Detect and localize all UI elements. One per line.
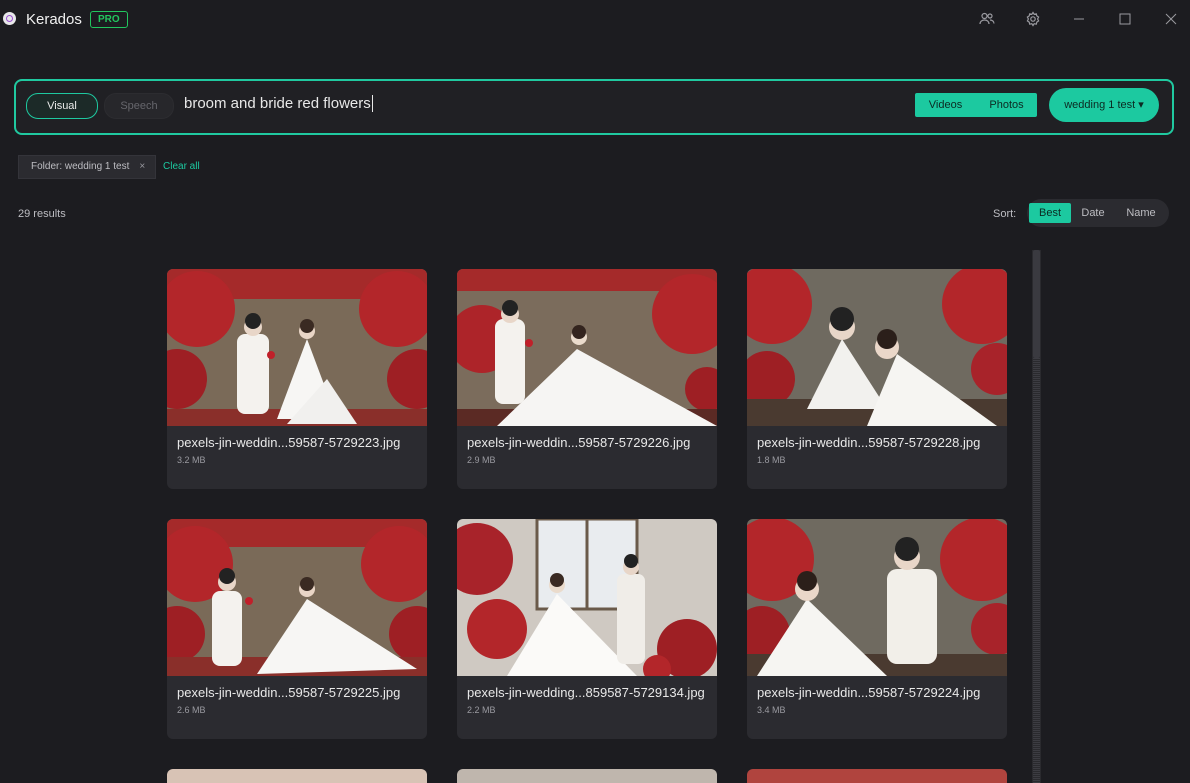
title-bar: Kerados PRO: [0, 0, 1190, 38]
file-name: pexels-jin-weddin...59587-5729224.jpg: [757, 685, 981, 700]
scrollbar[interactable]: [1032, 250, 1041, 783]
result-card[interactable]: pexels-jin-weddin...59587-5729228.jpg 1.…: [747, 269, 1007, 489]
scrollbar-thumb[interactable]: [1033, 250, 1040, 358]
photo-thumbnail: [167, 519, 427, 676]
file-name: pexels-jin-wedding...859587-5729134.jpg: [467, 685, 705, 700]
sort-name-button[interactable]: Name: [1119, 203, 1163, 223]
speech-mode-button[interactable]: Speech: [104, 93, 174, 119]
visual-mode-button[interactable]: Visual: [26, 93, 98, 119]
result-card[interactable]: pexels-jin-weddin...59587-5729223.jpg 3.…: [167, 269, 427, 489]
photo-thumbnail: [457, 519, 717, 676]
result-card[interactable]: pexels-jin-weddin...59587-5729225.jpg 2.…: [167, 519, 427, 739]
file-size: 3.2 MB: [177, 455, 206, 465]
file-size: 3.4 MB: [757, 705, 786, 715]
result-card[interactable]: pexels-jin-wedding...859587-5729134.jpg …: [457, 519, 717, 739]
settings-gear-icon[interactable]: [1023, 9, 1043, 29]
media-type-toggle: Videos Photos: [915, 93, 1037, 117]
results-count: 29 results: [18, 208, 66, 220]
file-name: pexels-jin-weddin...59587-5729223.jpg: [177, 435, 401, 450]
photos-button[interactable]: Photos: [976, 93, 1037, 117]
text-caret: [371, 95, 373, 112]
folder-filter-label: Folder: wedding 1 test: [31, 161, 130, 172]
result-card[interactable]: pexels-jin-weddin...59587-5729224.jpg 3.…: [747, 519, 1007, 739]
photo-thumbnail: [167, 269, 427, 426]
scrollbar-track: [1033, 358, 1040, 783]
file-size: 2.9 MB: [467, 455, 496, 465]
folder-dropdown[interactable]: wedding 1 test ▾: [1049, 88, 1159, 122]
app-title: Kerados: [26, 11, 82, 28]
search-input[interactable]: broom and bride red flowers: [184, 95, 373, 112]
file-size: 2.2 MB: [467, 705, 496, 715]
file-name: pexels-jin-weddin...59587-5729226.jpg: [467, 435, 691, 450]
result-card[interactable]: pexels-jin-weddin...59587-5729226.jpg 2.…: [457, 269, 717, 489]
result-card-partial[interactable]: [747, 769, 1007, 783]
app-logo-icon: [3, 12, 16, 25]
result-card-partial[interactable]: [167, 769, 427, 783]
sort-label: Sort:: [993, 208, 1017, 220]
search-query-text: broom and bride red flowers: [184, 95, 371, 112]
sort-date-button[interactable]: Date: [1075, 203, 1111, 223]
file-name: pexels-jin-weddin...59587-5729228.jpg: [757, 435, 981, 450]
sort-best-button[interactable]: Best: [1029, 203, 1071, 223]
people-icon[interactable]: [977, 9, 997, 29]
maximize-icon[interactable]: [1115, 9, 1135, 29]
photo-thumbnail: [747, 519, 1007, 676]
pro-badge: PRO: [90, 11, 128, 28]
photo-thumbnail: [457, 269, 717, 426]
sort-toggle: Best Date Name: [1027, 199, 1169, 227]
minimize-icon[interactable]: [1069, 9, 1089, 29]
folder-filter-chip: Folder: wedding 1 test ×: [18, 155, 157, 179]
file-size: 2.6 MB: [177, 705, 206, 715]
clear-all-link[interactable]: Clear all: [163, 161, 200, 172]
file-size: 1.8 MB: [757, 455, 786, 465]
close-icon[interactable]: [1161, 9, 1181, 29]
file-name: pexels-jin-weddin...59587-5729225.jpg: [177, 685, 401, 700]
photo-thumbnail: [747, 269, 1007, 426]
videos-button[interactable]: Videos: [915, 93, 976, 117]
search-bar: Visual Speech broom and bride red flower…: [14, 79, 1174, 135]
remove-filter-icon[interactable]: ×: [139, 161, 145, 172]
result-card-partial[interactable]: [457, 769, 717, 783]
